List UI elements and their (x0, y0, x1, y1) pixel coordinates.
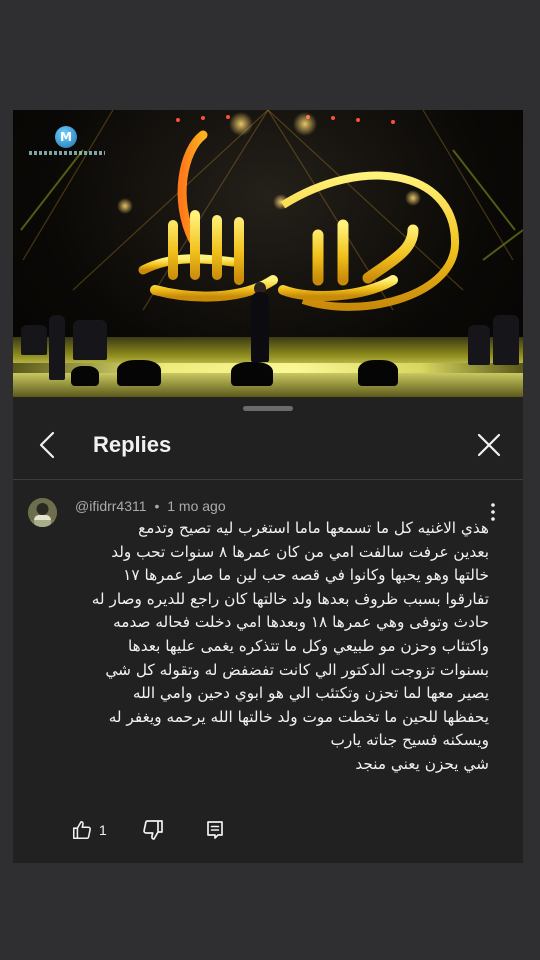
avatar[interactable] (28, 498, 57, 527)
musician (73, 320, 107, 360)
like-count: 1 (99, 822, 107, 838)
comment-actions: 1 (13, 815, 523, 845)
header-divider (13, 479, 523, 480)
stage-calligraphy-art (138, 130, 460, 311)
drag-handle[interactable] (243, 406, 293, 411)
comment-line: بعدين عرفت سالفت امي من كان عمرها ٨ سنوا… (111, 542, 489, 561)
comment-line: شي يحزن يعني منجد (355, 754, 489, 773)
comment-line: حادث وتوفى وهي عمرها ١٨ وبعدها امي دخلت … (113, 613, 489, 632)
replies-panel: Replies @ifidrr4311 • 1 mo ago هذي الاغن… (13, 397, 523, 863)
comment-line: واكتئاب وحزن مو طبيعي وكل ما تتذكره يغمى… (127, 636, 489, 655)
singer (251, 292, 269, 362)
replies-title: Replies (93, 432, 172, 457)
chevron-left-icon[interactable] (29, 425, 69, 465)
reply-comment-icon (207, 821, 223, 839)
stage-speaker (117, 360, 161, 386)
musician (468, 325, 490, 365)
comment-author[interactable]: @ifidrr4311 (75, 498, 147, 514)
musician (493, 315, 519, 365)
comment-time: 1 mo ago (167, 498, 226, 514)
like-button[interactable]: 1 (71, 817, 107, 843)
channel-logo: M (29, 126, 105, 164)
comment-line: يحفظها للحين ما تخطت موت ولد خالتها الله… (108, 707, 489, 726)
reply-button[interactable] (203, 817, 227, 843)
comment-line: هذي الاغنيه كل ما تسمعها ماما استغرب ليه… (138, 519, 489, 537)
thumb-up-icon (72, 820, 91, 840)
stage-speaker (358, 360, 398, 386)
stage-speaker (231, 362, 273, 386)
comment-meta: @ifidrr4311 • 1 mo ago (75, 498, 226, 514)
comment-text: هذي الاغنيه كل ما تسمعها ماما استغرب ليه… (69, 517, 489, 777)
comment-line: يصير معها لما تحزن وتكتئب الي هو ابوي دح… (132, 684, 489, 703)
stage-speaker (71, 366, 99, 386)
comment-line: تفارقوا بسبب ظروف بعدها ولد خالتها كان ر… (91, 589, 489, 608)
channel-logo-text (29, 151, 105, 155)
comment-line: خالتها وهو يحبها وكانوا في قصه حب لين ما… (123, 566, 489, 585)
replies-header: Replies (13, 413, 523, 479)
dislike-button[interactable] (141, 817, 165, 843)
channel-logo-mark: M (55, 126, 77, 148)
musician (49, 315, 65, 380)
comment-line: بسنوات تزوجت الدكتور الي كانت تفضفض له و… (105, 660, 489, 679)
comment-line: ويسكنه فسيح جناته يارب (330, 731, 490, 750)
meta-separator: • (154, 498, 160, 514)
thumb-down-icon (143, 820, 163, 840)
close-icon[interactable] (469, 425, 509, 465)
musician (21, 325, 47, 355)
video-player[interactable]: M (13, 110, 523, 397)
